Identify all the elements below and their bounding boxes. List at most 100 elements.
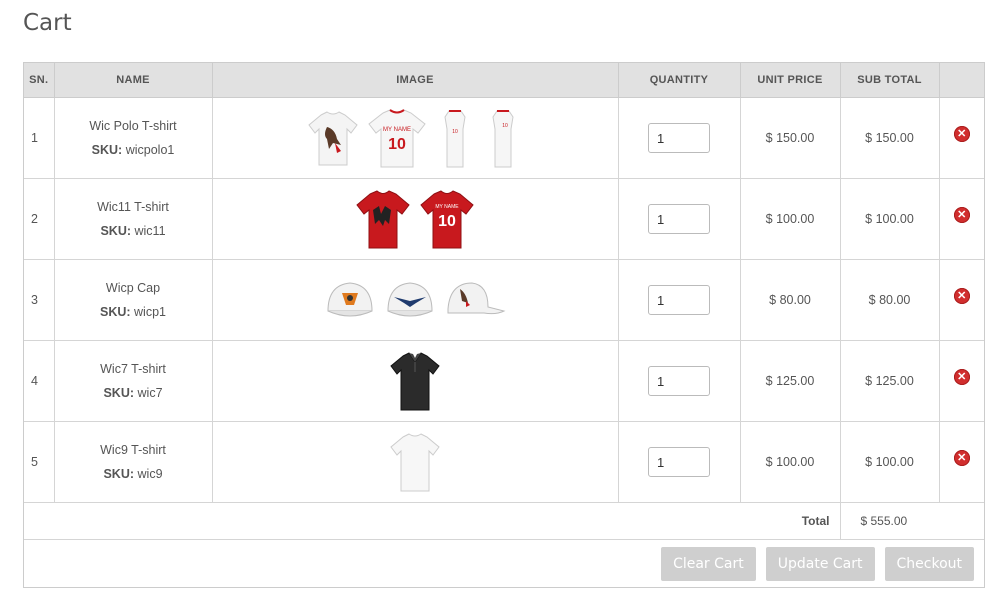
product-name: Wicp Cap — [105, 281, 161, 295]
white-cap-side-image[interactable] — [444, 277, 506, 323]
row-remove-cell: ✕ — [939, 97, 984, 179]
row-sub-total: $ 150.00 — [840, 97, 940, 179]
row-sub-total: $ 80.00 — [840, 259, 940, 341]
remove-icon[interactable]: ✕ — [953, 369, 970, 385]
cart-actions: Clear Cart Update Cart Checkout — [24, 540, 984, 587]
sku-value: wic9 — [137, 467, 163, 481]
row-image-cell — [212, 421, 619, 503]
table-row: 3 Wicp Cap SKU: wicp1 1 $ 80.00 $ 80.00 … — [24, 259, 984, 341]
row-sn: 5 — [24, 421, 55, 503]
clear-cart-button[interactable]: Clear Cart — [661, 546, 756, 581]
table-row: 1 Wic Polo T-shirt SKU: wicpolo1 MY NAME… — [24, 97, 984, 179]
row-unit-price: $ 100.00 — [740, 178, 841, 260]
quantity-input[interactable] — [648, 204, 710, 234]
row-sn: 3 — [24, 259, 55, 341]
header-sn: SN. — [24, 63, 55, 98]
product-name: Wic Polo T-shirt — [89, 119, 177, 133]
row-unit-price: $ 150.00 — [740, 97, 841, 179]
white-tshirt-number-10-image[interactable]: MY NAME 10 — [367, 107, 427, 169]
sku-label: SKU: — [100, 224, 132, 238]
row-image-cell — [212, 340, 619, 422]
row-name-cell: Wic Polo T-shirt SKU: wicpolo1 — [54, 97, 213, 179]
row-sn: 4 — [24, 340, 55, 422]
total-value: $ 555.00 — [840, 502, 984, 540]
row-quantity-cell — [618, 178, 741, 260]
product-sku: SKU: wicp1 — [55, 300, 212, 324]
row-remove-cell: ✕ — [939, 340, 984, 422]
row-quantity-cell — [618, 340, 741, 422]
row-name-cell: Wicp Cap SKU: wicp1 — [54, 259, 213, 341]
row-remove-cell: ✕ — [939, 421, 984, 503]
header-remove — [939, 63, 984, 98]
header-image: IMAGE — [212, 63, 619, 98]
row-quantity-cell — [618, 259, 741, 341]
row-quantity-cell — [618, 421, 741, 503]
quantity-input[interactable] — [648, 447, 710, 477]
svg-text:10: 10 — [502, 123, 508, 129]
row-unit-price: $ 125.00 — [740, 340, 841, 422]
row-name-cell: Wic7 T-shirt SKU: wic7 — [54, 340, 213, 422]
row-image-cell: MY NAME 10 10 10 — [212, 97, 619, 179]
svg-text:10: 10 — [388, 136, 406, 153]
header-name: NAME — [54, 63, 213, 98]
product-sku: SKU: wicpolo1 — [55, 138, 212, 162]
remove-icon[interactable]: ✕ — [953, 288, 970, 304]
remove-icon[interactable]: ✕ — [953, 126, 970, 142]
row-unit-price: $ 80.00 — [740, 259, 841, 341]
product-sku: SKU: wic11 — [55, 219, 212, 243]
svg-text:MY NAME: MY NAME — [383, 127, 411, 133]
red-tshirt-number-10-image[interactable]: MY NAME 10 — [419, 188, 475, 250]
total-row: Total $ 555.00 — [24, 502, 984, 540]
quantity-input[interactable] — [648, 366, 710, 396]
quantity-input[interactable] — [648, 285, 710, 315]
svg-text:10: 10 — [438, 213, 456, 230]
update-cart-button[interactable]: Update Cart — [765, 546, 875, 581]
svg-text:MY NAME: MY NAME — [435, 204, 459, 210]
header-unit-price: UNIT PRICE — [740, 63, 841, 98]
row-remove-cell: ✕ — [939, 178, 984, 260]
row-image-cell — [212, 259, 619, 341]
product-sku: SKU: wic7 — [55, 381, 212, 405]
cart-table: SN. NAME IMAGE QUANTITY UNIT PRICE SUB T… — [24, 63, 984, 540]
row-image-cell: MY NAME 10 — [212, 178, 619, 260]
table-row: 4 Wic7 T-shirt SKU: wic7 1 $ 125.00 $ 12… — [24, 340, 984, 422]
sku-label: SKU: — [91, 143, 123, 157]
quantity-input[interactable] — [648, 123, 710, 153]
product-name: Wic9 T-shirt — [100, 443, 166, 457]
product-name: Wic11 T-shirt — [97, 200, 169, 214]
row-unit-price: $ 100.00 — [740, 421, 841, 503]
white-cap-eagle-image[interactable] — [384, 277, 436, 323]
table-header-row: SN. NAME IMAGE QUANTITY UNIT PRICE SUB T… — [24, 63, 984, 98]
sku-label: SKU: — [103, 467, 135, 481]
page-title: Cart — [23, 10, 72, 36]
white-tshirt-side-image[interactable]: 10 — [435, 107, 475, 169]
sku-value: wic11 — [134, 224, 166, 238]
cart-container: SN. NAME IMAGE QUANTITY UNIT PRICE SUB T… — [23, 62, 985, 588]
white-tshirt-back-side-image[interactable]: 10 — [483, 107, 523, 169]
checkout-button[interactable]: Checkout — [884, 546, 974, 581]
white-cap-logo-image[interactable] — [324, 277, 376, 323]
red-tshirt-group-print-image[interactable] — [355, 188, 411, 250]
row-sub-total: $ 125.00 — [840, 340, 940, 422]
row-quantity-cell — [618, 97, 741, 179]
sku-value: wicp1 — [134, 305, 166, 319]
white-tshirt-bird-print-image[interactable] — [307, 109, 359, 167]
product-name: Wic7 T-shirt — [100, 362, 166, 376]
row-sn: 1 — [24, 97, 55, 179]
row-name-cell: Wic9 T-shirt SKU: wic9 — [54, 421, 213, 503]
remove-icon[interactable]: ✕ — [953, 450, 970, 466]
remove-icon[interactable]: ✕ — [953, 207, 970, 223]
svg-text:10: 10 — [452, 129, 458, 135]
black-polo-shirt-image[interactable] — [389, 350, 441, 412]
total-label: Total — [24, 502, 841, 540]
plain-white-tshirt-image[interactable] — [389, 431, 441, 493]
table-row: 2 Wic11 T-shirt SKU: wic11 MY NAME 10 1 … — [24, 178, 984, 260]
header-quantity: QUANTITY — [618, 63, 741, 98]
header-sub-total: SUB TOTAL — [840, 63, 940, 98]
row-sub-total: $ 100.00 — [840, 178, 940, 260]
row-name-cell: Wic11 T-shirt SKU: wic11 — [54, 178, 213, 260]
sku-value: wic7 — [137, 386, 163, 400]
sku-label: SKU: — [99, 305, 131, 319]
row-sub-total: $ 100.00 — [840, 421, 940, 503]
sku-label: SKU: — [103, 386, 135, 400]
